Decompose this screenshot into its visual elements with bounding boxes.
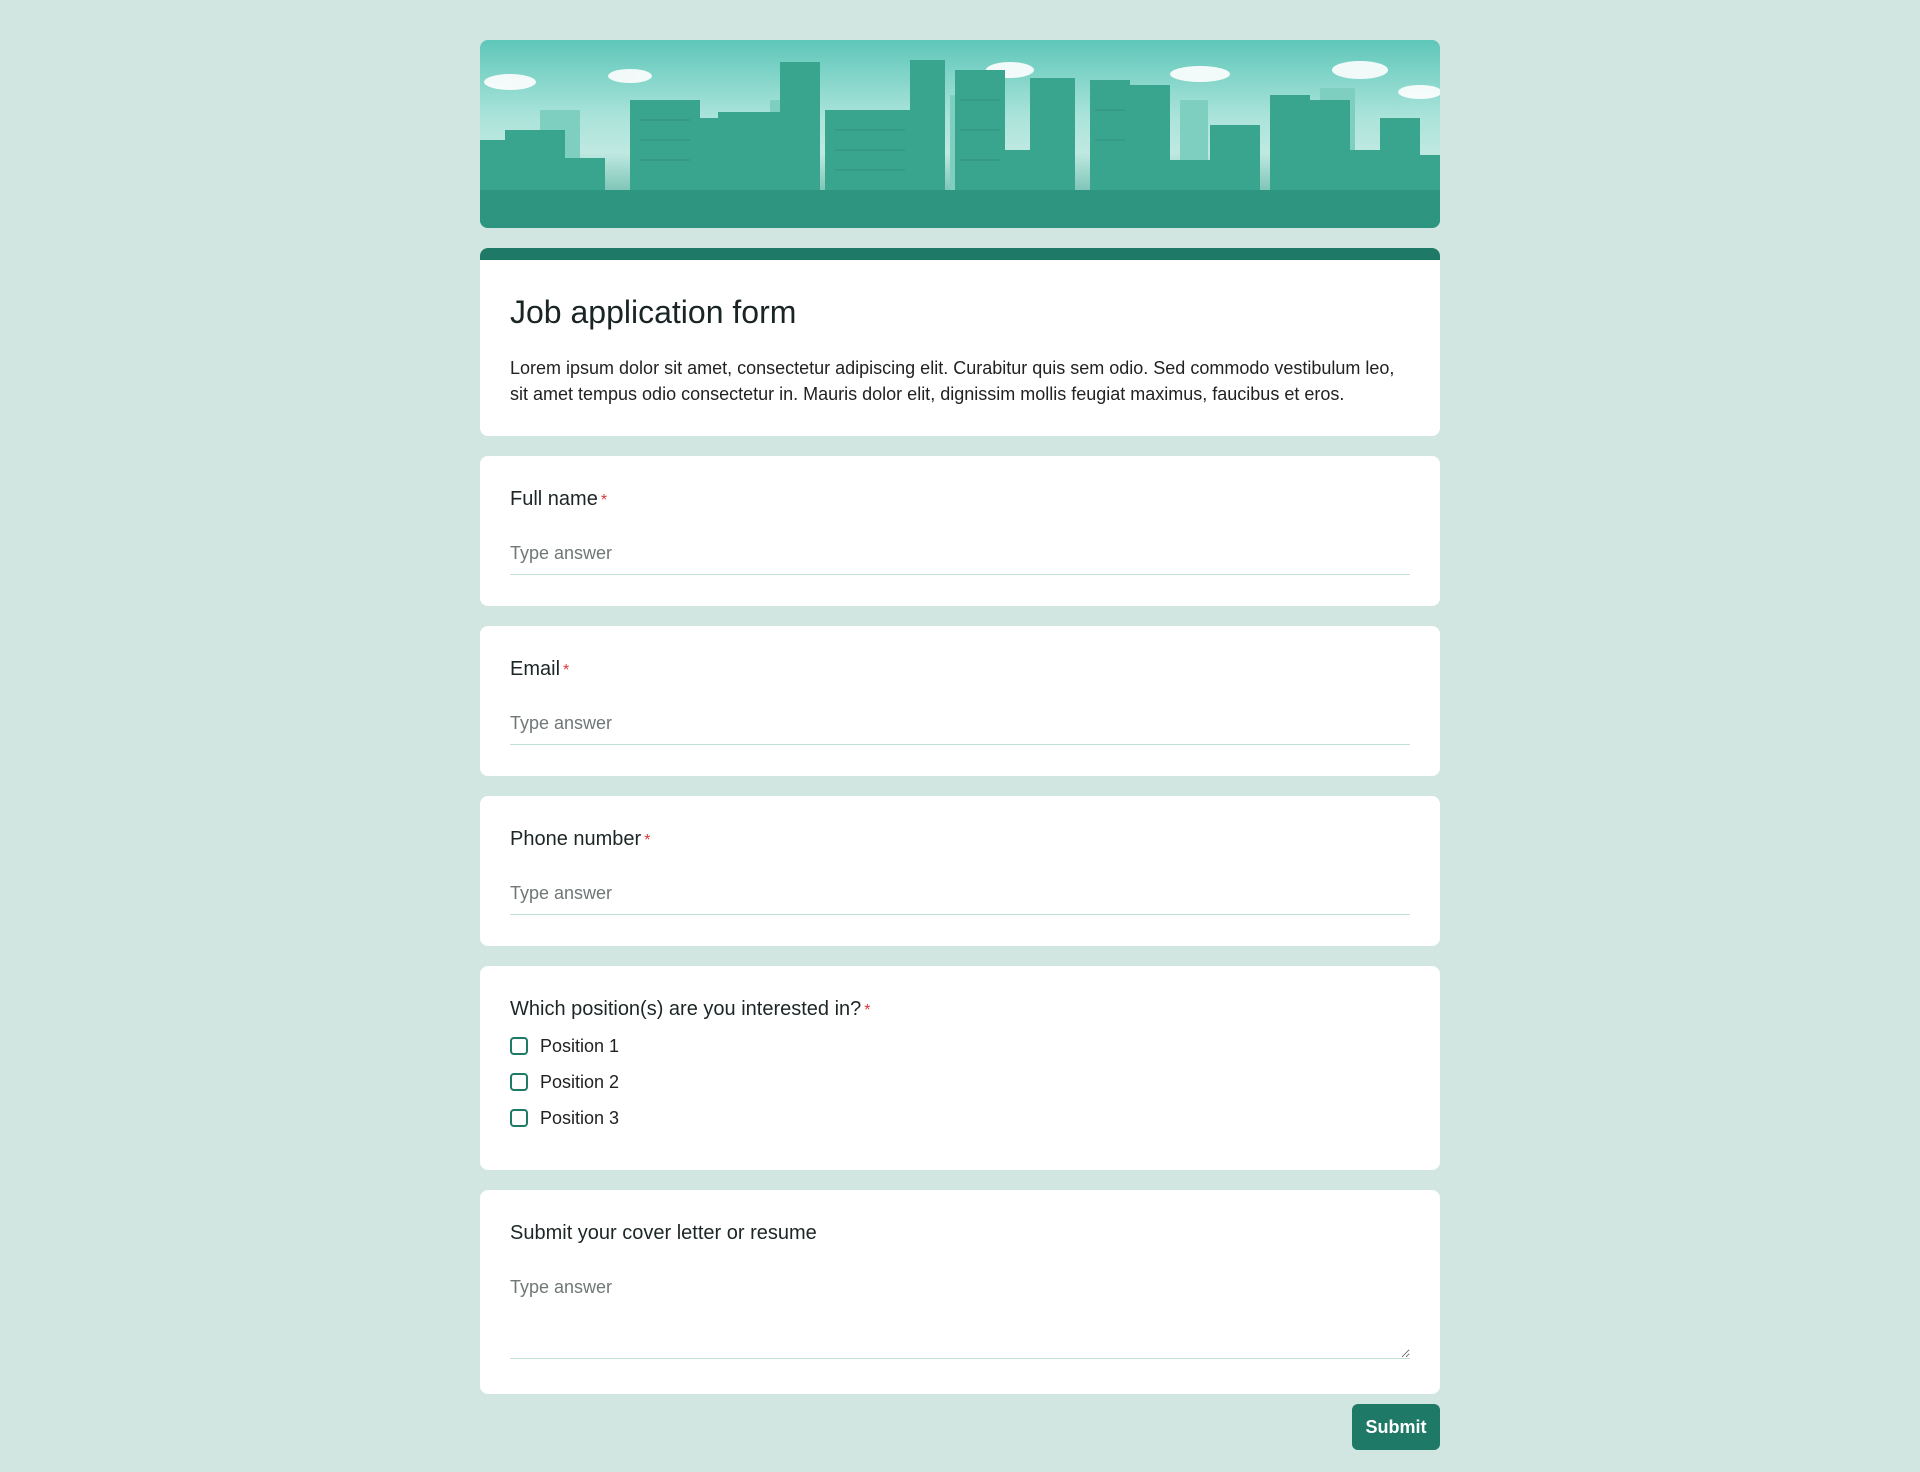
question-text: Full name (510, 488, 598, 510)
question-label-cover-letter: Submit your cover letter or resume (510, 1222, 1410, 1245)
header-banner-image (480, 40, 1440, 228)
form-header-card: Job application form Lorem ipsum dolor s… (480, 248, 1440, 436)
form-container: Job application form Lorem ipsum dolor s… (480, 40, 1440, 1450)
form-actions: Submit (480, 1404, 1440, 1450)
question-label-positions: Which position(s) are you interested in?… (510, 998, 1410, 1021)
checkbox-option-position-1[interactable]: Position 1 (510, 1035, 1410, 1057)
checkbox[interactable] (510, 1073, 528, 1091)
checkbox-label: Position 2 (540, 1071, 620, 1092)
question-label-full-name: Full name * (510, 488, 1410, 511)
question-label-phone: Phone number * (510, 828, 1410, 851)
question-text: Email (510, 658, 561, 680)
checkbox[interactable] (510, 1037, 528, 1055)
required-asterisk: * (563, 662, 570, 679)
checkbox[interactable] (510, 1109, 528, 1127)
question-card-phone: Phone number * (480, 796, 1440, 946)
question-card-positions: Which position(s) are you interested in?… (480, 966, 1440, 1170)
submit-button[interactable]: Submit (1352, 1404, 1440, 1450)
phone-number-input[interactable] (510, 873, 1410, 915)
checkbox-label: Position 3 (540, 1107, 620, 1128)
checkbox-option-position-2[interactable]: Position 2 (510, 1071, 1410, 1093)
question-card-cover-letter: Submit your cover letter or resume (480, 1190, 1440, 1394)
required-asterisk: * (600, 492, 608, 509)
required-asterisk: * (864, 1002, 871, 1019)
cover-letter-textarea[interactable] (510, 1269, 1410, 1359)
question-card-email: Email * (480, 626, 1440, 776)
question-label-email: Email * (510, 658, 1410, 681)
question-text: Submit your cover letter or resume (510, 1222, 817, 1244)
checkbox-option-position-3[interactable]: Position 3 (510, 1107, 1410, 1129)
form-description: Lorem ipsum dolor sit amet, consectetur … (510, 358, 1395, 404)
question-text: Phone number (510, 828, 642, 850)
question-text: Which position(s) are you interested in? (510, 998, 862, 1020)
question-card-full-name: Full name * (480, 456, 1440, 606)
full-name-input[interactable] (510, 533, 1410, 575)
city-skyline-illustration (480, 60, 1440, 228)
checkbox-label: Position 1 (540, 1035, 620, 1056)
required-asterisk: * (644, 832, 651, 849)
form-title: Job application form (510, 294, 797, 330)
email-input[interactable] (510, 703, 1410, 745)
